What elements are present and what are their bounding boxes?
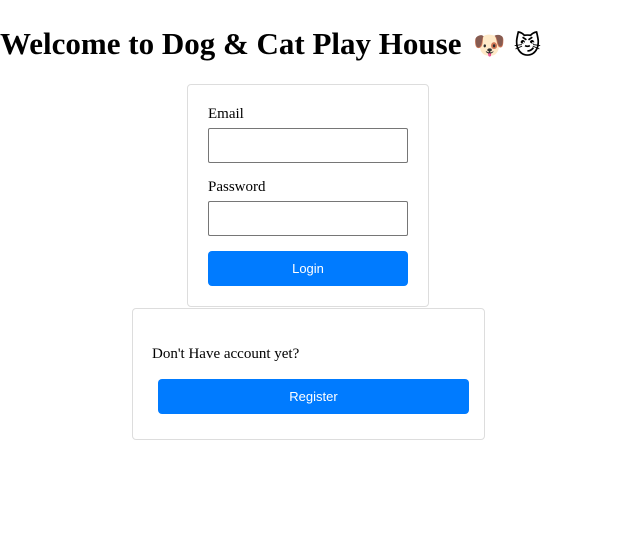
email-field[interactable]	[208, 128, 408, 163]
login-card: Email Password Login	[187, 84, 429, 307]
register-prompt: Don't Have account yet?	[152, 346, 300, 362]
login-button[interactable]: Login	[208, 251, 408, 286]
dog-cat-emoji-icon: 🐶 😼	[473, 31, 541, 61]
password-label: Password	[208, 179, 266, 195]
email-label: Email	[208, 106, 244, 122]
page-title: Welcome to Dog & Cat Play House 🐶 😼	[0, 24, 541, 66]
page-title-text: Welcome to Dog & Cat Play House	[0, 26, 462, 61]
register-button[interactable]: Register	[158, 379, 469, 414]
register-card: Don't Have account yet? Register	[132, 308, 485, 440]
password-field[interactable]	[208, 201, 408, 236]
